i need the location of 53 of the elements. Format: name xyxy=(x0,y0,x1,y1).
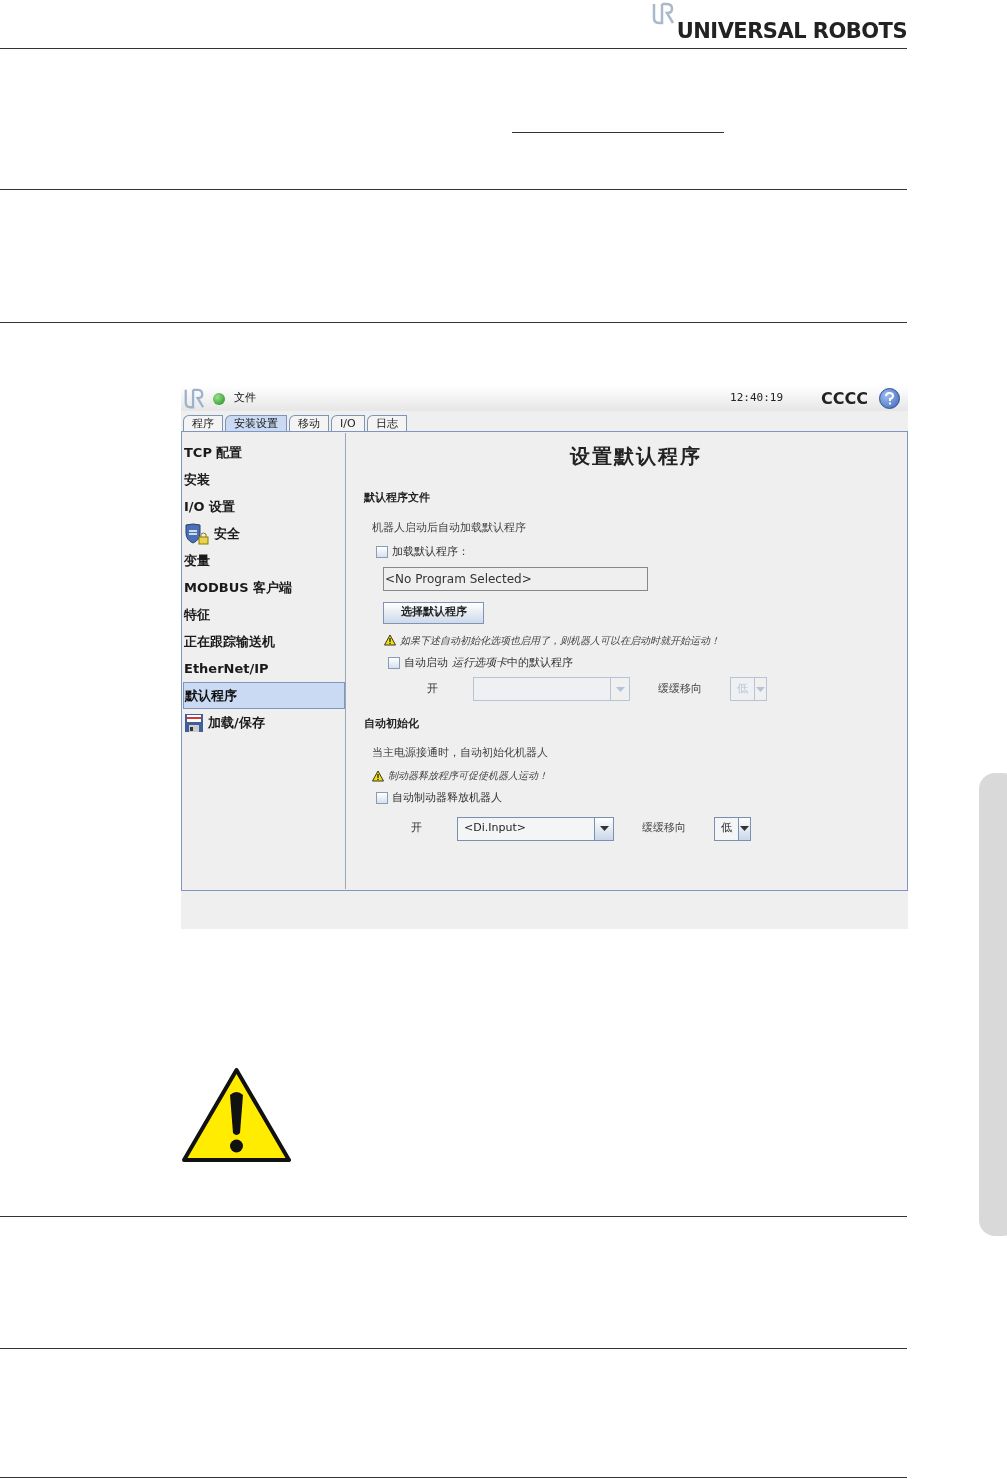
checkbox[interactable] xyxy=(388,656,400,669)
tab[interactable]: 安装设置 xyxy=(225,415,287,431)
input-label: 开 xyxy=(411,820,423,837)
logo-icon xyxy=(650,2,675,26)
tab[interactable]: I/O xyxy=(331,415,365,431)
warning-text: 如果下述自动初始化选项也启用了，则机器人可以在启动时就开始运动！ xyxy=(400,633,720,648)
logo-icon xyxy=(183,387,205,410)
sidebar-item[interactable]: 安装 xyxy=(183,466,345,493)
input-label: 开 xyxy=(427,680,439,697)
file-menu[interactable]: 文件 xyxy=(234,390,256,407)
edge-label: 缓缓移向 xyxy=(658,680,703,697)
caret-icon xyxy=(740,826,749,831)
edge-dropdown[interactable]: 低 xyxy=(714,816,751,841)
help-button[interactable] xyxy=(879,388,900,409)
caret-icon xyxy=(599,826,609,831)
warning-icon xyxy=(384,634,396,646)
section-description: 机器人启动后自动加载默认程序 xyxy=(372,519,527,536)
input-dropdown[interactable]: <Di.Input> xyxy=(457,816,614,841)
tab[interactable]: 日志 xyxy=(366,415,407,431)
shield-lock-icon xyxy=(184,522,210,545)
checkbox-label: 自动制动器释放机器人 xyxy=(392,790,502,806)
sidebar-item[interactable]: 安全 xyxy=(183,520,345,547)
sidebar-item[interactable]: TCP 配置 xyxy=(183,439,345,466)
checkbox-label: 加载默认程序： xyxy=(392,544,469,560)
panel-title: 设置默认程序 xyxy=(569,443,702,470)
caret-icon xyxy=(615,686,625,692)
edge-label: 缓缓移向 xyxy=(642,820,687,837)
robot-name: CCCC xyxy=(821,387,868,410)
section-heading: 默认程序文件 xyxy=(364,490,431,506)
section-description: 当主电源接通时，自动初始化机器人 xyxy=(372,744,549,761)
clock: 12:40:19 xyxy=(730,390,784,407)
caret-icon xyxy=(756,686,765,692)
warning-icon xyxy=(181,1067,292,1163)
question-mark-icon xyxy=(885,392,894,405)
tab[interactable]: 程序 xyxy=(183,415,223,431)
sidebar-item[interactable]: MODBUS 客户端 xyxy=(183,574,345,601)
warning-icon xyxy=(372,769,384,782)
sidebar-item[interactable]: EtherNet/IP xyxy=(183,655,345,682)
sidebar-item[interactable]: 加载/保存 xyxy=(183,709,345,736)
sidebar-item[interactable]: 变量 xyxy=(183,547,345,574)
sidebar-item[interactable]: 默认程序 xyxy=(183,682,345,709)
sidebar-item[interactable]: 特征 xyxy=(183,601,345,628)
tab[interactable]: 移动 xyxy=(289,415,329,431)
checkbox-label: 自动启动 运行选项卡中的默认程序 xyxy=(404,654,573,671)
sidebar-item[interactable]: 正在跟踪输送机 xyxy=(183,628,345,655)
checkbox[interactable] xyxy=(376,792,388,805)
checkbox[interactable] xyxy=(376,546,388,559)
select-program-button[interactable]: 选择默认程序 xyxy=(383,601,484,624)
sidebar-item[interactable]: I/O 设置 xyxy=(183,493,345,520)
program-field[interactable]: <No Program Selected> xyxy=(383,566,648,591)
brand-name: UNIVERSAL ROBOTS xyxy=(676,21,907,42)
warning-text: 制动器释放程序可促使机器人运动！ xyxy=(388,769,548,783)
section-heading: 自动初始化 xyxy=(364,716,420,732)
